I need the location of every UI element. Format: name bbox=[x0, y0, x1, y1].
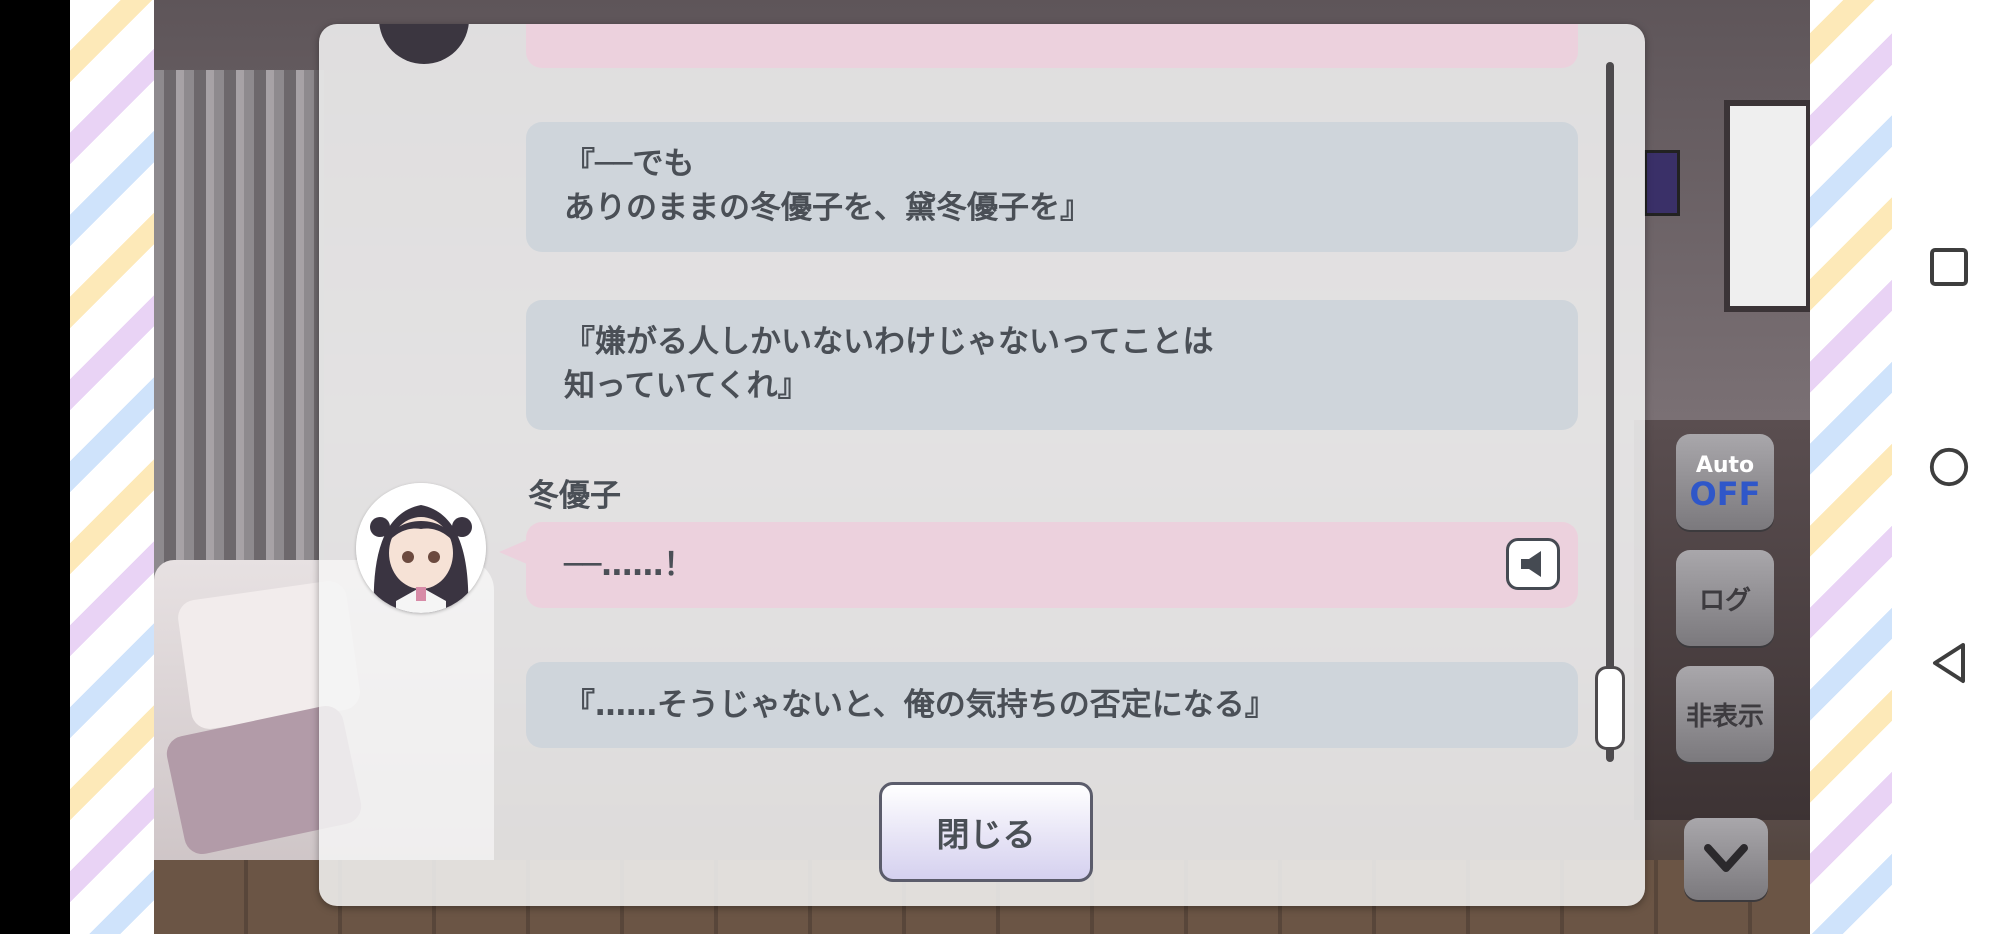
back-button[interactable] bbox=[1928, 642, 1970, 684]
message-bubble: 『……そうじゃないと、俺の気持ちの否定になる』 bbox=[526, 662, 1578, 748]
message-line: ありのままの冬優子を、黛冬優子を』 bbox=[564, 190, 1091, 226]
circle-icon bbox=[1929, 447, 1969, 487]
close-button[interactable]: 閉じる bbox=[879, 782, 1093, 882]
hide-button[interactable]: 非表示 bbox=[1676, 666, 1774, 762]
hide-label: 非表示 bbox=[1685, 701, 1764, 732]
home-button[interactable] bbox=[1928, 446, 1970, 488]
speech-bubble-tail bbox=[499, 540, 527, 564]
close-button-label: 閉じる bbox=[936, 815, 1036, 854]
auto-button[interactable]: Auto OFF bbox=[1676, 434, 1774, 530]
system-navigation-bar bbox=[1892, 0, 2000, 934]
speaker-name: 冬優子 bbox=[528, 478, 621, 514]
message-bubble-partial bbox=[526, 24, 1578, 68]
message-bubble: 『嫌がる人しかいないわけじゃないってことは 知っていてくれ』 bbox=[526, 300, 1578, 430]
message-line: ──……！ bbox=[564, 547, 695, 583]
message-bubble-highlighted: ──……！ bbox=[526, 522, 1578, 608]
message-line: 『──でも bbox=[564, 146, 695, 182]
message-line: 『嫌がる人しかいないわけじゃないってことは bbox=[564, 324, 1214, 360]
background-picture-frame bbox=[1644, 150, 1680, 216]
message-line: 『……そうじゃないと、俺の気持ちの否定になる』 bbox=[564, 687, 1276, 723]
voice-replay-button[interactable] bbox=[1506, 538, 1560, 590]
message-line: 知っていてくれ』 bbox=[564, 368, 809, 404]
scrollbar-thumb[interactable] bbox=[1595, 666, 1625, 750]
log-button[interactable]: ログ bbox=[1676, 550, 1774, 646]
chevron-down-icon bbox=[1704, 844, 1748, 872]
scroll-down-button[interactable] bbox=[1684, 818, 1768, 900]
character-portrait-icon bbox=[356, 483, 486, 613]
recent-apps-button[interactable] bbox=[1928, 246, 1970, 288]
dialog-log-panel: 『──でも ありのままの冬優子を、黛冬優子を』 『嫌がる人しかいないわけじゃない… bbox=[319, 24, 1645, 906]
square-icon bbox=[1930, 248, 1968, 286]
scrollbar-track[interactable] bbox=[1606, 62, 1614, 762]
speaker-icon bbox=[1521, 551, 1541, 577]
character-avatar bbox=[356, 483, 486, 613]
background-picture-frame bbox=[1724, 100, 1810, 312]
triangle-back-icon bbox=[1933, 643, 1965, 683]
avatar-partial bbox=[379, 24, 469, 68]
auto-state: OFF bbox=[1689, 475, 1761, 513]
log-label: ログ bbox=[1698, 585, 1751, 616]
background-curtain bbox=[154, 70, 324, 630]
message-bubble: 『──でも ありのままの冬優子を、黛冬優子を』 bbox=[526, 122, 1578, 252]
